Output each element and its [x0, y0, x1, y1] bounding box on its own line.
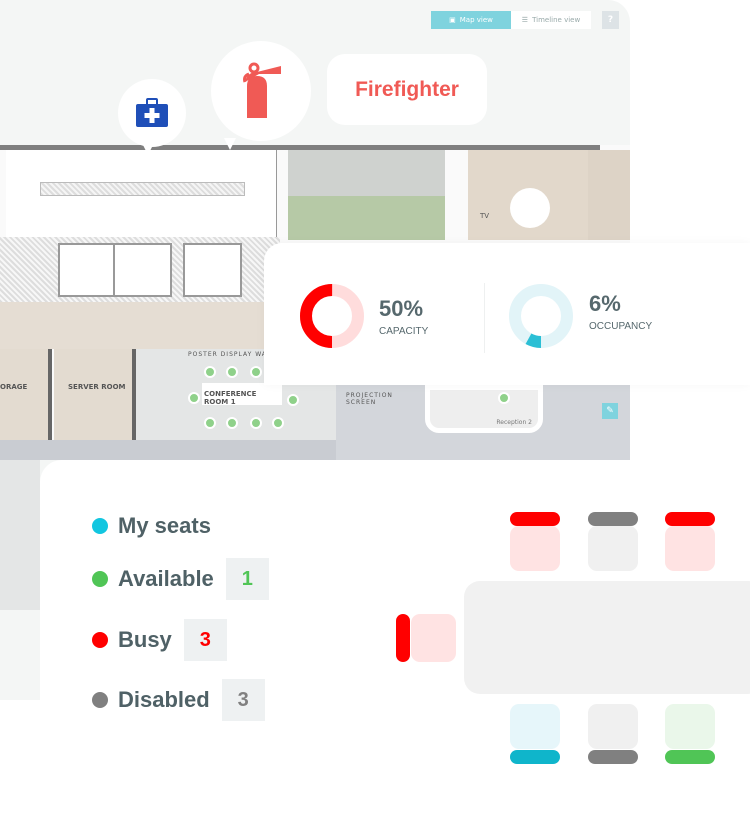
tab-timeline-view-label: Timeline view	[532, 16, 581, 24]
fire-extinguisher-pin[interactable]	[211, 41, 311, 141]
stair-landing	[40, 182, 245, 196]
right-wing-room	[588, 150, 630, 240]
legend-dot-available	[92, 571, 108, 587]
capacity-value: 50%	[379, 295, 424, 321]
projection-label: PROJECTION SCREEN	[346, 392, 393, 406]
seat-backrest	[665, 750, 715, 764]
seat-available[interactable]	[665, 704, 715, 749]
legend-count: 1	[225, 558, 269, 600]
legend-item-busy[interactable]: Busy 3	[92, 619, 227, 661]
tv-room: TV	[468, 150, 588, 240]
legend-dot-busy	[92, 632, 108, 648]
legend-label: My seats	[118, 513, 211, 538]
fire-extinguisher-pin-tail	[224, 138, 236, 150]
seat-available[interactable]	[188, 392, 200, 404]
floorplan-lower	[0, 460, 40, 610]
legend-label: Available	[118, 566, 214, 591]
legend-count: 3	[183, 619, 227, 661]
tv-label: TV	[480, 212, 490, 220]
first-aid-pin-tail	[142, 143, 154, 155]
edit-icon: ✎	[606, 406, 614, 416]
round-table	[510, 188, 550, 228]
fire-extinguisher-icon	[243, 62, 281, 118]
elevator	[58, 243, 117, 297]
server-room-label: SERVER ROOM	[68, 383, 126, 391]
seat-backrest	[588, 512, 638, 526]
seat-busy[interactable]	[510, 526, 560, 571]
occupancy-label: OCCUPANCY	[589, 320, 653, 332]
reception-desk: Reception 2	[425, 385, 543, 433]
first-aid-pin[interactable]	[118, 79, 186, 147]
conference-room-label: CONFERENCE ROOM 1	[204, 390, 257, 406]
conference-table: CONFERENCE ROOM 1	[202, 383, 282, 406]
capacity-donut	[300, 284, 364, 348]
role-tag-firefighter[interactable]: Firefighter	[327, 54, 487, 125]
legend-item-disabled[interactable]: Disabled 3	[92, 679, 265, 721]
legend-label: Disabled	[118, 687, 210, 712]
seat-backrest	[510, 750, 560, 764]
server-room: SERVER ROOM	[54, 349, 136, 444]
occupancy-stat: 6% OCCUPANCY	[509, 284, 652, 348]
seat-disabled[interactable]	[588, 526, 638, 571]
seat-available[interactable]	[204, 366, 216, 378]
help-button[interactable]: ?	[602, 11, 619, 29]
tab-timeline-view[interactable]: ☰ Timeline view	[511, 11, 591, 29]
legend-item-available[interactable]: Available 1	[92, 558, 269, 600]
seat-available[interactable]	[250, 366, 262, 378]
lounge-grass	[288, 196, 445, 240]
first-aid-kit-icon	[136, 98, 168, 127]
elevator	[183, 243, 242, 297]
seat-busy[interactable]	[411, 614, 456, 662]
seat-available[interactable]	[204, 417, 216, 429]
tab-map-view[interactable]: ▣ Map view	[431, 11, 511, 29]
seat-available[interactable]	[272, 417, 284, 429]
occupancy-value: 6%	[589, 290, 621, 316]
seat-available[interactable]	[226, 366, 238, 378]
legend-count: 3	[221, 679, 265, 721]
seat-available[interactable]	[226, 417, 238, 429]
legend-dot-disabled	[92, 692, 108, 708]
tab-map-view-label: Map view	[459, 16, 493, 24]
seat-my-seat[interactable]	[510, 704, 560, 749]
occupancy-donut	[509, 284, 573, 348]
seat-backrest	[588, 750, 638, 764]
seat-available[interactable]	[250, 417, 262, 429]
legend-label: Busy	[118, 627, 172, 652]
reception-2-label: Reception 2	[496, 419, 532, 426]
seat-backrest	[510, 512, 560, 526]
seat-disabled[interactable]	[588, 704, 638, 749]
stats-divider	[484, 283, 485, 353]
occupancy-track	[509, 284, 573, 348]
seat-busy[interactable]	[665, 526, 715, 571]
timeline-icon: ☰	[521, 16, 529, 24]
capacity-label: CAPACITY	[379, 325, 429, 337]
elevator	[113, 243, 172, 297]
seat-available[interactable]	[287, 394, 299, 406]
view-toggle: ▣ Map view ☰ Timeline view	[431, 11, 591, 29]
edit-button[interactable]: ✎	[602, 403, 618, 419]
corridor	[0, 302, 265, 349]
seat-map-table	[464, 581, 750, 694]
seat-backrest	[665, 512, 715, 526]
legend-dot-my-seats	[92, 518, 108, 534]
storage-label: ORAGE	[0, 383, 28, 391]
capacity-stat: 50% CAPACITY	[300, 284, 428, 348]
seat-available[interactable]	[498, 392, 510, 404]
legend-item-my-seats[interactable]: My seats	[92, 506, 211, 546]
map-icon: ▣	[449, 16, 456, 24]
seat-backrest	[396, 614, 410, 662]
storage-room: ORAGE	[0, 349, 52, 444]
